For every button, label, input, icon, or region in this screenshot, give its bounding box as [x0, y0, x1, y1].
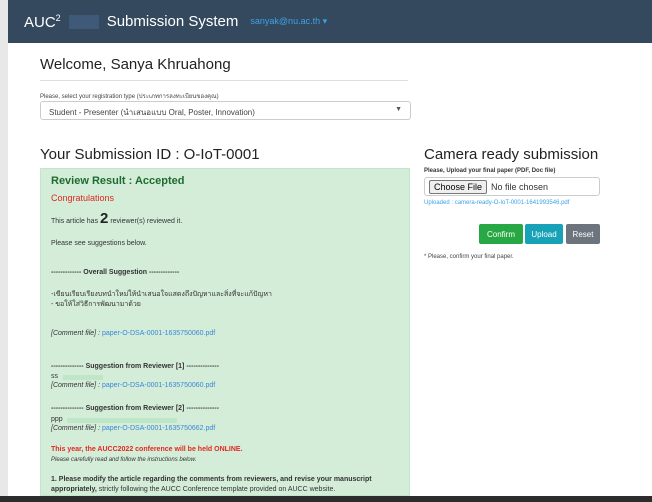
see-suggestions-text: Please see suggestions below.	[51, 240, 147, 247]
final-paper-file-input[interactable]: Choose File No file chosen	[424, 177, 600, 196]
reviewer-2-text: ppp	[51, 416, 63, 423]
reset-button[interactable]: Reset	[566, 224, 600, 244]
count-prefix: This article has	[51, 218, 99, 225]
reviewer-1-heading: -------------- Suggestion from Reviewer …	[51, 363, 219, 370]
review-result-panel: Review Result : Accepted Congratulations…	[40, 168, 410, 496]
taskbar-edge	[0, 496, 652, 502]
confirm-button[interactable]: Confirm	[479, 224, 523, 244]
step-1-rest: strictly following the AUCC Conference t…	[98, 486, 336, 493]
no-file-chosen-text: No file chosen	[491, 181, 549, 192]
camera-ready-title: Camera ready submission	[424, 146, 599, 163]
chevron-down-icon: ▼	[395, 106, 402, 113]
step-1-bold: appropriately,	[51, 486, 97, 493]
brand-placeholder	[68, 14, 99, 29]
comment-file-link-3[interactable]: paper-O-DSA-0001-1635750662.pdf	[102, 425, 215, 432]
top-navbar: AUC2 Submission System sanyak@nu.ac.th ▾	[8, 0, 652, 43]
redacted-text	[63, 375, 103, 380]
step-1-text: 1. Please modify the article regarding t…	[51, 476, 372, 483]
uploaded-file-link[interactable]: Uploaded : camera-ready-O-IoT-0001-16419…	[424, 199, 584, 208]
comment-file-link-2[interactable]: paper-O-DSA-0001-1635750060.pdf	[102, 382, 215, 389]
confirm-note: * Please, confirm your final paper.	[424, 254, 514, 260]
window-left-edge	[0, 0, 8, 502]
user-menu-dropdown[interactable]: sanyak@nu.ac.th ▾	[250, 16, 327, 27]
welcome-heading: Welcome, Sanya Khruahong	[40, 56, 231, 73]
brand-logo[interactable]: AUC2	[24, 13, 61, 31]
reviewer-count-text: This article has 2 reviewer(s) reviewed …	[51, 210, 182, 227]
registration-type-select[interactable]: Student - Presenter (นำเสนอแบบ Oral, Pos…	[40, 101, 411, 120]
reviewer-2-heading: -------------- Suggestion from Reviewer …	[51, 405, 219, 412]
comment-file-label: [Comment file] :	[51, 330, 101, 337]
comment-file-row-3: [Comment file] : paper-O-DSA-0001-163575…	[51, 425, 215, 432]
congratulations-text: Congratulations	[51, 193, 115, 203]
instructions-note: Please carefully read and follow the ins…	[51, 457, 197, 463]
comment-file-link-1[interactable]: paper-O-DSA-0001-1635750060.pdf	[102, 330, 215, 337]
review-status-title: Review Result : Accepted	[51, 175, 185, 187]
choose-file-button[interactable]: Choose File	[429, 179, 488, 194]
reviewer-1-text: ss	[51, 373, 58, 380]
reviewer-count: 2	[100, 210, 109, 227]
registration-label: Please, select your registration type (ป…	[40, 94, 219, 100]
system-title: Submission System	[106, 13, 239, 30]
comment-file-label: [Comment file] :	[51, 382, 101, 389]
overall-suggestion-line-2: - ขอให้ใส่วิธีการพัฒนามาด้วย	[51, 301, 141, 308]
submission-id-title: Your Submission ID : O-IoT-0001	[40, 146, 260, 163]
comment-file-row-1: [Comment file] : paper-O-DSA-0001-163575…	[51, 330, 215, 337]
upload-button[interactable]: Upload	[525, 224, 563, 244]
registration-selected-value: Student - Presenter (นำเสนอแบบ Oral, Pos…	[49, 108, 255, 117]
upload-label: Please, Upload your final paper (PDF, Do…	[424, 168, 556, 174]
online-notice: This year, the AUCC2022 conference will …	[51, 446, 243, 453]
comment-file-row-2: [Comment file] : paper-O-DSA-0001-163575…	[51, 382, 215, 389]
step-1-text-cont: appropriately, strictly following the AU…	[51, 486, 335, 493]
count-suffix: reviewer(s) reviewed it.	[110, 218, 183, 225]
redacted-text	[67, 418, 177, 423]
comment-file-label: [Comment file] :	[51, 425, 101, 432]
divider	[40, 80, 408, 81]
overall-suggestion-heading: ------------- Overall Suggestion -------…	[51, 269, 180, 276]
